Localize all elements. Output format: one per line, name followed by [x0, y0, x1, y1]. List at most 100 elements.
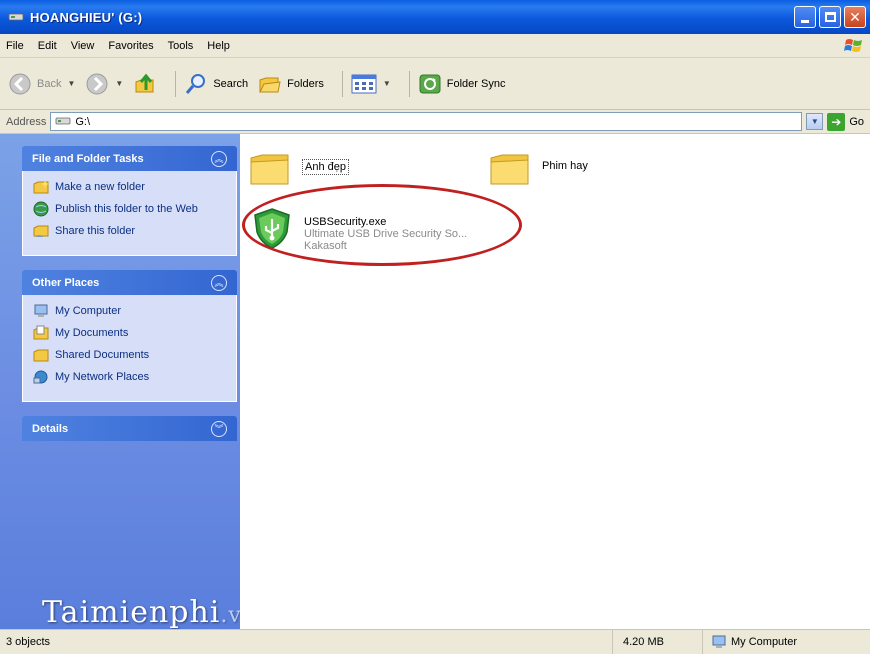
sync-icon	[419, 74, 441, 93]
folders-button[interactable]: Folders	[258, 72, 324, 96]
task-label: Share this folder	[55, 225, 136, 237]
place-label: My Computer	[55, 305, 122, 317]
drive-icon	[55, 117, 71, 125]
window-controls: ✕	[794, 6, 866, 28]
file-folder-tasks-header[interactable]: File and Folder Tasks ︽	[22, 146, 237, 171]
details-header[interactable]: Details ︾	[22, 416, 237, 441]
status-size: 4.20 MB	[612, 630, 702, 654]
computer-icon	[34, 304, 48, 317]
globe-icon	[33, 201, 49, 217]
place-label: Shared Documents	[55, 349, 150, 361]
other-places-panel: Other Places ︽ My Computer My Documents	[22, 270, 237, 402]
toolbar-separator	[341, 70, 343, 97]
folder-icon	[490, 154, 529, 185]
up-folder-icon	[135, 73, 154, 92]
menu-tools[interactable]: Tools	[168, 40, 194, 52]
drive-icon	[8, 13, 24, 21]
go-arrow-icon: ➔	[827, 112, 846, 131]
folder-item-phim-hay[interactable]: Phim hay	[488, 146, 588, 190]
toolbar: Back ▼ ▼ Search Folders ▼ Folder Sync	[0, 58, 870, 110]
up-folder-button[interactable]	[133, 72, 157, 96]
file-name: Anh đẹp	[302, 159, 349, 175]
status-zone-label: My Computer	[731, 636, 798, 648]
watermark-text: Taimienphi	[42, 595, 221, 630]
task-label: Make a new folder	[55, 181, 145, 193]
task-label: Publish this folder to the Web	[55, 203, 198, 215]
folder-sync-label: Folder Sync	[446, 77, 506, 90]
views-button[interactable]: ▼	[351, 73, 391, 95]
minimize-icon	[801, 19, 809, 23]
panel-title: File and Folder Tasks	[32, 152, 144, 165]
chevron-down-icon[interactable]: ▼	[115, 79, 123, 88]
place-label: My Documents	[55, 327, 129, 339]
menu-view[interactable]: View	[71, 40, 95, 52]
place-my-network-places[interactable]: My Network Places	[33, 369, 228, 385]
task-share-folder[interactable]: Share this folder	[33, 223, 228, 239]
window-title: HOANGHIEU' (G:)	[30, 9, 143, 25]
status-bar: 3 objects 4.20 MB My Computer	[0, 629, 870, 654]
other-places-header[interactable]: Other Places ︽	[22, 270, 237, 295]
documents-icon	[33, 325, 49, 340]
details-panel: Details ︾	[22, 416, 237, 441]
search-label: Search	[213, 77, 249, 90]
place-shared-documents[interactable]: Shared Documents	[33, 347, 228, 363]
search-button[interactable]: Search	[184, 72, 248, 96]
highlight-circle	[242, 184, 522, 266]
menu-favorites[interactable]: Favorites	[108, 40, 153, 52]
forward-button[interactable]: ▼	[85, 72, 123, 96]
file-name: Phim hay	[542, 160, 588, 172]
network-icon	[33, 370, 48, 384]
toolbar-separator	[408, 70, 410, 97]
back-button[interactable]: Back ▼	[8, 72, 75, 96]
share-folder-icon	[33, 225, 49, 237]
shared-folder-icon	[33, 349, 49, 362]
panel-title: Other Places	[32, 276, 100, 289]
chevron-down-icon: ▼	[810, 117, 819, 126]
status-objects: 3 objects	[6, 636, 51, 648]
folders-label: Folders	[287, 77, 324, 90]
menu-edit[interactable]: Edit	[38, 40, 57, 52]
folder-icon	[250, 154, 289, 185]
task-pane: File and Folder Tasks ︽ Make a new folde…	[0, 134, 240, 629]
place-my-documents[interactable]: My Documents	[33, 325, 228, 341]
close-icon: ✕	[849, 9, 861, 25]
title-bar[interactable]: HOANGHIEU' (G:) ✕	[0, 0, 870, 34]
search-icon	[186, 73, 206, 94]
address-dropdown-button[interactable]: ▼	[806, 113, 824, 130]
close-button[interactable]: ✕	[844, 6, 866, 28]
other-places-body: My Computer My Documents Shared Document…	[22, 295, 237, 402]
address-bar: Address G:\ ▼ ➔ Go	[0, 110, 870, 134]
address-label: Address	[6, 115, 47, 128]
address-input[interactable]: G:\	[50, 112, 803, 131]
maximize-icon	[824, 12, 836, 22]
menu-help[interactable]: Help	[207, 40, 230, 52]
folder-item-anh-dep[interactable]: Anh đẹp	[248, 146, 349, 190]
chevron-down-icon[interactable]: ▼	[383, 79, 391, 88]
chevron-up-icon[interactable]: ︽	[211, 150, 227, 167]
back-label: Back	[37, 77, 62, 90]
chevron-down-icon[interactable]: ▼	[67, 79, 75, 88]
task-publish-folder[interactable]: Publish this folder to the Web	[33, 201, 228, 217]
maximize-button[interactable]	[819, 6, 841, 28]
menu-bar: File Edit View Favorites Tools Help	[0, 34, 870, 58]
forward-arrow-icon	[86, 73, 108, 94]
menu-file[interactable]: File	[6, 40, 24, 52]
panel-title: Details	[32, 422, 69, 435]
new-folder-icon	[33, 180, 49, 194]
views-icon	[351, 74, 377, 93]
go-button[interactable]: ➔ Go	[827, 112, 864, 131]
place-my-computer[interactable]: My Computer	[33, 303, 228, 319]
back-arrow-icon	[9, 73, 31, 94]
minimize-button[interactable]	[794, 6, 816, 28]
windows-logo-icon	[844, 39, 862, 52]
folder-sync-button[interactable]: Folder Sync	[418, 72, 506, 96]
task-make-new-folder[interactable]: Make a new folder	[33, 179, 228, 195]
status-size-value: 4.20 MB	[623, 636, 664, 648]
file-list-area[interactable]: Anh đẹp Phim hay USBSecurity.exe Ultimat…	[240, 134, 870, 629]
file-item-usbsecurity[interactable]: USBSecurity.exe Ultimate USB Drive Secur…	[242, 184, 522, 266]
chevron-up-icon[interactable]: ︽	[211, 274, 227, 291]
status-zone: My Computer	[702, 630, 870, 654]
folders-icon	[259, 77, 281, 92]
chevron-down-icon[interactable]: ︾	[211, 420, 227, 437]
file-folder-tasks-body: Make a new folder Publish this folder to…	[22, 171, 237, 256]
